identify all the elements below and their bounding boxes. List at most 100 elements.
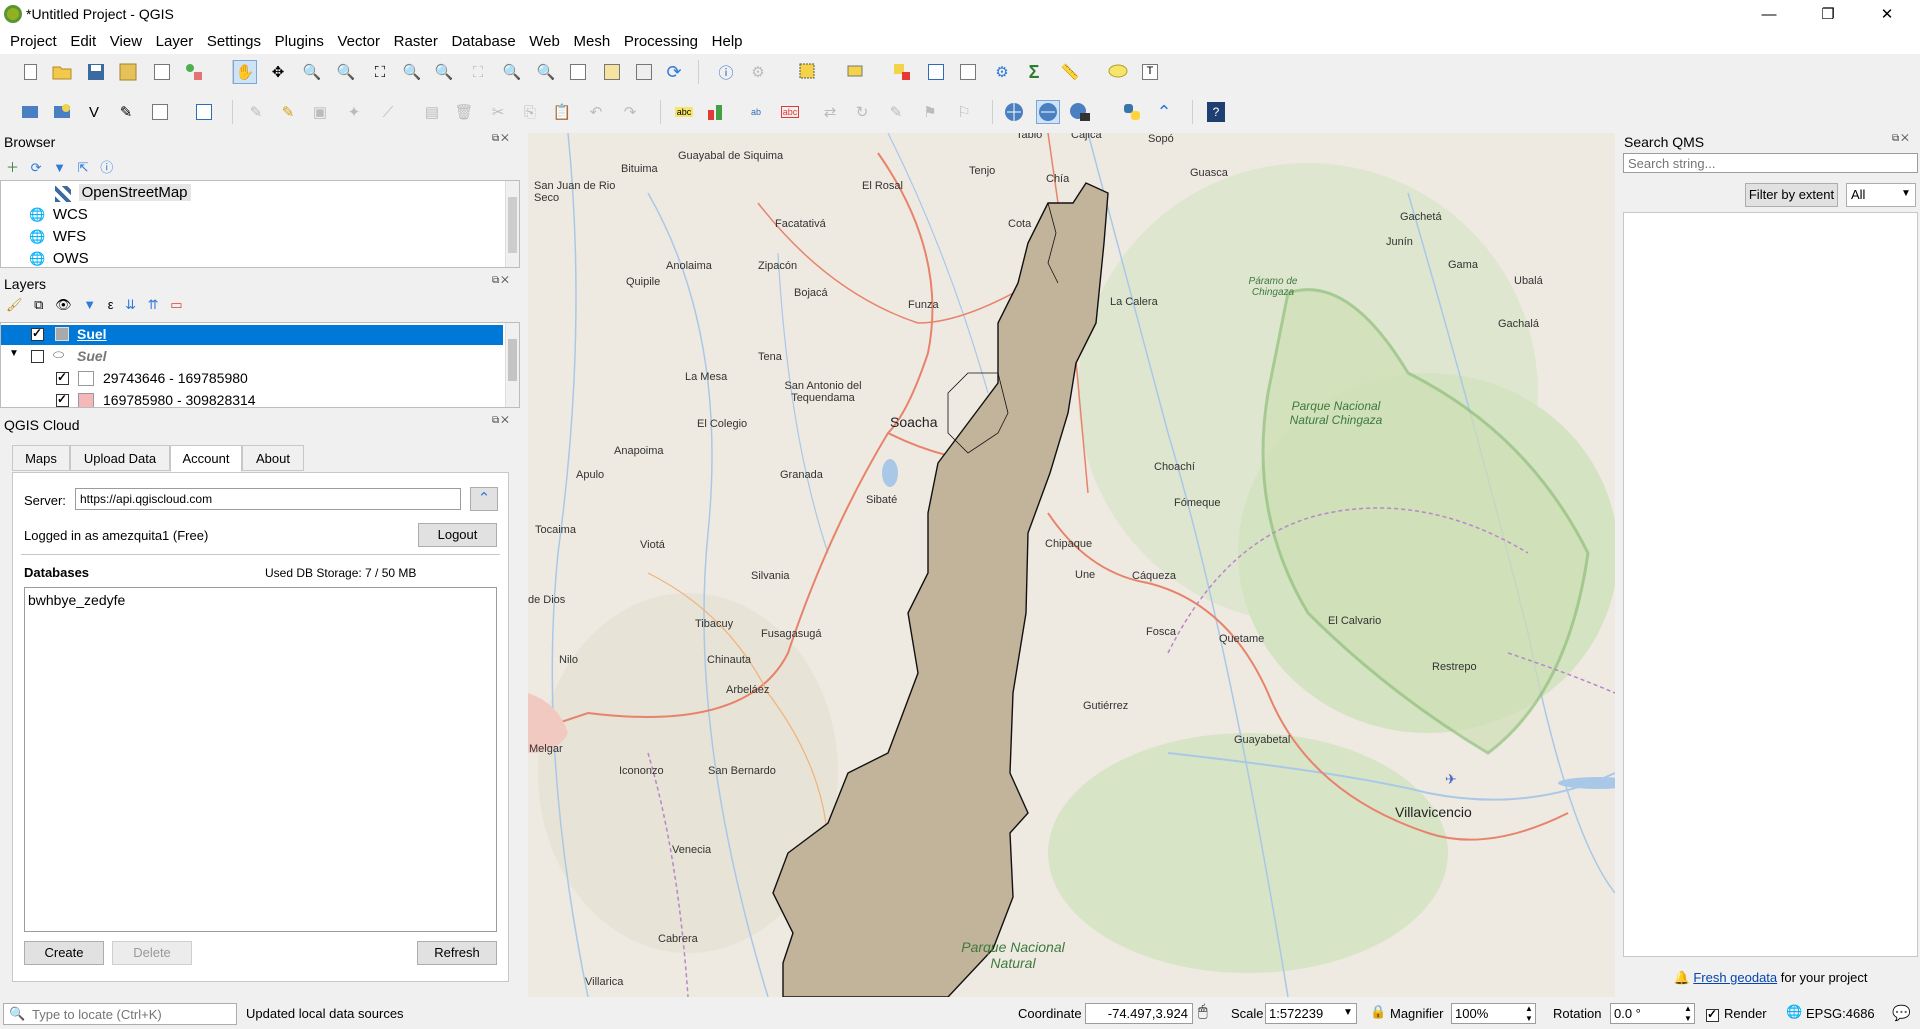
undo-icon[interactable]: ↶ [584, 100, 608, 124]
remove-layer-icon[interactable]: ▭ [170, 297, 182, 312]
new-project-icon[interactable] [18, 60, 42, 84]
browser-tree[interactable]: OpenStreetMap 🌐 WCS 🌐 WFS 🌐 OWS [0, 180, 520, 268]
change-label-icon[interactable]: ✎ [884, 100, 908, 124]
layers-scrollbar[interactable] [505, 323, 519, 407]
style-manager-icon[interactable] [182, 60, 206, 84]
crs-button[interactable]: EPSG:4686 [1806, 1006, 1875, 1021]
panel-float-close-icon[interactable]: ⧉✕ [492, 415, 511, 426]
toggle-editing-icon[interactable]: ✎ [276, 100, 300, 124]
sum-icon[interactable]: Σ [1022, 60, 1046, 84]
coordinate-toggle-icon[interactable]: 🖱 [1198, 1003, 1208, 1021]
menu-project[interactable]: Project [10, 30, 57, 50]
modify-attributes-icon[interactable]: ▤ [420, 100, 444, 124]
delete-button[interactable]: Delete [112, 941, 192, 965]
menu-help[interactable]: Help [712, 30, 743, 50]
menu-layer[interactable]: Layer [156, 30, 194, 50]
menu-plugins[interactable]: Plugins [275, 30, 324, 50]
measure-icon[interactable]: 📏 [1058, 60, 1082, 84]
zoom-out-icon[interactable]: 🔍 [334, 60, 358, 84]
menu-view[interactable]: View [110, 30, 142, 50]
diagram-tool-icon[interactable] [704, 100, 728, 124]
select-by-value-icon[interactable] [844, 60, 868, 84]
layer-visibility-checkbox[interactable] [31, 326, 44, 341]
move-label-icon[interactable]: ⇄ [818, 100, 842, 124]
filter-select[interactable]: All ▼ [1846, 183, 1916, 207]
copy-features-icon[interactable]: ⎘ [518, 100, 542, 124]
server-url-field[interactable] [75, 488, 461, 510]
messages-icon[interactable]: 💬 [1892, 1004, 1911, 1022]
statistics-icon[interactable] [956, 60, 980, 84]
save-project-icon[interactable] [84, 60, 108, 84]
layer-row-suel-group[interactable]: ▼ ⬭ Suel [1, 347, 503, 367]
filter-by-extent-button[interactable]: Filter by extent [1745, 183, 1838, 207]
server-connect-button[interactable]: ⌃ [470, 487, 498, 511]
menu-edit[interactable]: Edit [70, 30, 96, 50]
menu-database[interactable]: Database [451, 30, 515, 50]
vertex-tool-icon[interactable]: ⟋ [376, 100, 400, 124]
zoom-full-icon[interactable]: ⛶ [368, 60, 392, 84]
databases-list[interactable]: bwhbye_zedyfe [24, 587, 497, 932]
panel-float-close-icon[interactable]: ⧉✕ [1892, 133, 1911, 144]
menu-web[interactable]: Web [529, 30, 560, 50]
panel-float-close-icon[interactable]: ⧉✕ [492, 133, 511, 144]
panel-float-close-icon[interactable]: ⧉✕ [492, 275, 511, 286]
python-console-icon[interactable] [1120, 100, 1144, 124]
layer-class-row[interactable]: 29743646 - 169785980 [1, 369, 503, 389]
digitize-icon[interactable]: ✦ [342, 100, 366, 124]
style-panel-icon[interactable]: 🖌 [6, 297, 23, 312]
open-project-icon[interactable] [50, 60, 74, 84]
label-tool-icon[interactable]: abc [672, 100, 696, 124]
layer-class-row[interactable]: 169785980 - 309828314 [1, 391, 503, 407]
help-icon[interactable]: ? [1204, 100, 1228, 124]
pan-to-selection-icon[interactable]: ✥ [266, 60, 290, 84]
delete-selected-icon[interactable]: 🗑 [452, 100, 476, 124]
crs-globe-icon[interactable]: 🌐 [1786, 1004, 1802, 1020]
spin-arrows-icon[interactable]: ▲ ▼ [1684, 1004, 1692, 1024]
qgis-cloud-plugin-icon[interactable]: ⌃ [1152, 100, 1176, 124]
save-edits-icon[interactable]: ▣ [308, 100, 332, 124]
data-source-manager-icon[interactable] [18, 100, 42, 124]
add-vector-layer-icon[interactable]: V [82, 100, 106, 124]
filter-expression-icon[interactable]: ε [108, 297, 114, 312]
layers-tree[interactable]: Suel ▼ ⬭ Suel 29743646 - 169785980 16978… [0, 322, 520, 408]
tab-upload-data[interactable]: Upload Data [70, 445, 170, 471]
browser-scrollbar[interactable] [505, 181, 519, 267]
current-edits-icon[interactable]: ✎ [244, 100, 268, 124]
save-as-icon[interactable] [116, 60, 140, 84]
qms-globe-icon[interactable] [1002, 100, 1026, 124]
expand-all-icon[interactable]: ⇊ [125, 297, 136, 312]
refresh-icon[interactable]: ⟳ [662, 60, 686, 84]
tree-item-openstreetmap[interactable]: OpenStreetMap [55, 184, 191, 202]
tree-item-wcs[interactable]: 🌐 WCS [29, 206, 88, 223]
layer-visibility-checkbox[interactable] [31, 350, 44, 363]
scale-select[interactable]: 1:572239 ▼ [1265, 1003, 1357, 1024]
redo-icon[interactable]: ↷ [618, 100, 642, 124]
zoom-to-selection-icon[interactable]: 🔍 [400, 60, 424, 84]
cut-features-icon[interactable]: ✂ [486, 100, 510, 124]
collapse-all-icon[interactable]: ⇈ [148, 297, 159, 312]
menu-vector[interactable]: Vector [337, 30, 380, 50]
add-group-icon[interactable]: ⧉ [34, 297, 43, 312]
pin-labels-icon[interactable]: ab [744, 100, 768, 124]
refresh-button[interactable]: Refresh [417, 941, 497, 965]
map-canvas[interactable]: ✈ Guayabal de Siquima Bituima El Rosal T… [528, 133, 1615, 997]
fresh-geodata-link[interactable]: Fresh geodata [1693, 970, 1777, 985]
select-features-icon[interactable] [796, 60, 820, 84]
refresh-icon[interactable]: ⟳ [31, 160, 42, 175]
locator-input[interactable]: 🔍 [3, 1003, 237, 1025]
paste-features-icon[interactable]: 📋 [550, 100, 574, 124]
add-virtual-layer-icon[interactable] [192, 100, 216, 124]
zoom-to-layer-icon[interactable]: 🔍 [432, 60, 456, 84]
filter-legend-icon[interactable]: ▼ [83, 297, 96, 312]
tab-maps[interactable]: Maps [12, 445, 70, 471]
zoom-next-icon[interactable]: 🔍 [534, 60, 558, 84]
rotate-label-icon[interactable]: ↻ [850, 100, 874, 124]
new-map-view-icon[interactable] [566, 60, 590, 84]
processing-toolbox-icon[interactable]: ⚙ [990, 60, 1014, 84]
deselect-icon[interactable] [890, 60, 914, 84]
lock-scale-icon[interactable]: 🔒 [1370, 1004, 1386, 1020]
magnifier-spinbox[interactable]: 100% ▲ ▼ [1451, 1003, 1536, 1024]
tree-item-ows[interactable]: 🌐 OWS [29, 250, 89, 266]
class-visibility-checkbox[interactable] [56, 392, 69, 407]
minimize-button[interactable]: — [1746, 2, 1792, 28]
